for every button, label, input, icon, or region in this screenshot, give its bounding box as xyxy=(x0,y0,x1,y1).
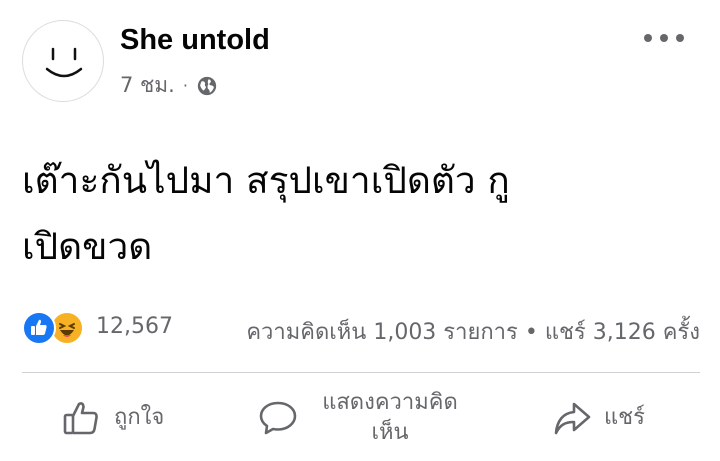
share-arrow-icon xyxy=(554,402,591,435)
comment-label-line: แสดงความคิด xyxy=(322,390,458,415)
share-label: แชร์ xyxy=(604,405,645,430)
divider xyxy=(22,372,700,373)
smiley-face-icon xyxy=(45,47,83,78)
post-text-line: เปิดขวด xyxy=(22,225,153,268)
share-button[interactable]: แชร์ xyxy=(552,378,645,458)
more-dot-icon xyxy=(660,34,668,42)
comments-shares-count[interactable]: ความคิดเห็น 1,003 รายการ • แชร์ 3,126 คร… xyxy=(246,314,700,349)
page-name[interactable]: She untold xyxy=(120,24,270,57)
meta-separator: · xyxy=(182,76,188,95)
more-dot-icon xyxy=(676,34,684,42)
post-timestamp[interactable]: 7 ชม. xyxy=(120,69,175,102)
like-label: ถูกใจ xyxy=(114,405,165,430)
like-button[interactable]: ถูกใจ xyxy=(62,378,164,458)
post-text-line: เต๊าะกันไปมา สรุปเขาเปิดตัว กู xyxy=(22,159,510,202)
thumbs-up-icon xyxy=(63,402,98,435)
post-meta: 7 ชม. · xyxy=(120,69,218,102)
more-dot-icon xyxy=(644,34,652,42)
comment-button[interactable]: แสดงความคิด เห็น xyxy=(258,378,470,458)
post-header: She untold 7 ชม. · xyxy=(22,20,700,104)
globe-icon[interactable] xyxy=(196,75,218,97)
like-reaction-icon xyxy=(22,311,56,345)
comment-label: แสดงความคิด เห็น xyxy=(310,388,470,448)
reaction-icons[interactable] xyxy=(22,311,90,347)
post-body: เต๊าะกันไปมา สรุปเขาเปิดตัว กู เปิดขวด xyxy=(22,148,702,280)
action-bar: ถูกใจ แสดงความคิด เห็น แชร์ xyxy=(22,378,700,458)
post-stats: 12,567 ความคิดเห็น 1,003 รายการ • แชร์ 3… xyxy=(22,308,700,348)
more-options-button[interactable] xyxy=(644,24,684,52)
comment-bubble-icon xyxy=(259,401,297,435)
page-avatar[interactable] xyxy=(22,20,104,102)
reaction-count[interactable]: 12,567 xyxy=(96,314,173,339)
comment-label-line: เห็น xyxy=(371,420,409,445)
